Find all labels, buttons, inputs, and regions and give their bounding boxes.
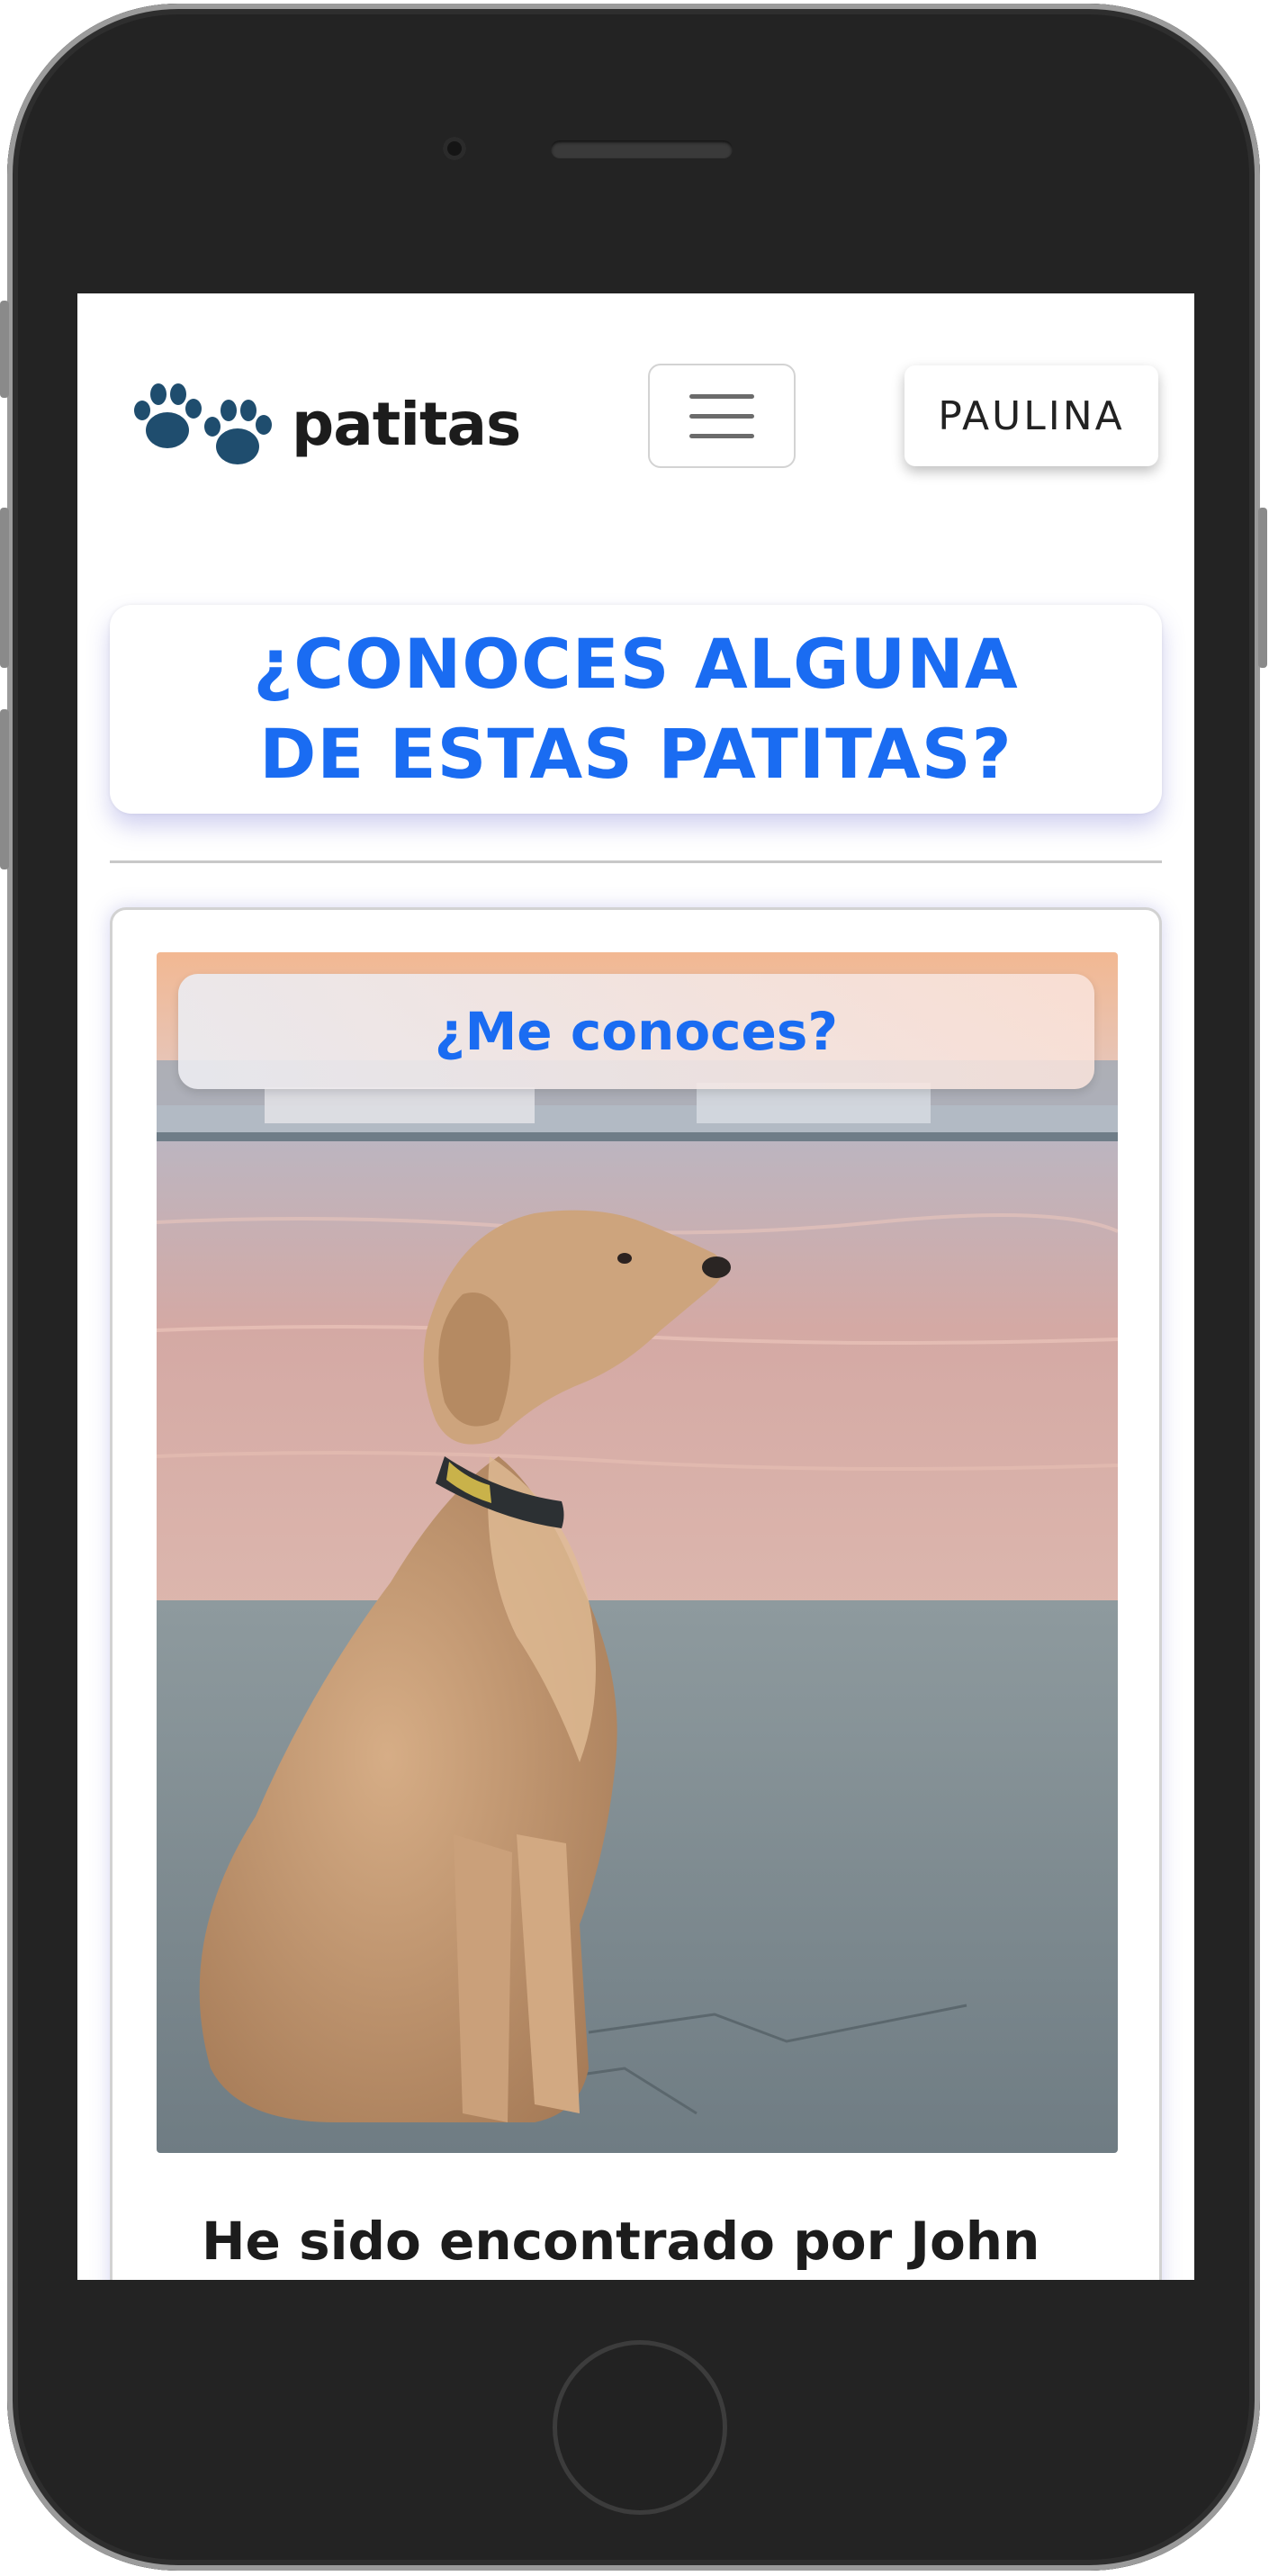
screen: patitas PAULINA ¿CONOCES ALGUNA DE ESTAS… [77,293,1194,2280]
earpiece-speaker [551,140,733,158]
volume-down-button [0,709,9,869]
pet-found-text: He sido encontrado por John [202,2211,1040,2272]
paw-prints-icon [134,383,272,464]
volume-up-button [0,508,9,668]
hamburger-menu-icon [689,433,754,438]
divider [110,860,1162,863]
power-button [1258,508,1267,668]
hamburger-menu-icon [689,393,754,399]
navbar-toggler-button[interactable] [648,364,796,468]
pet-card-badge: ¿Me conoces? [178,974,1094,1089]
side-button [0,301,9,398]
brand-name: patitas [292,389,521,459]
golden-retriever-photo: ¿Me conoces? [157,952,1118,2153]
page-title: ¿CONOCES ALGUNA DE ESTAS PATITAS? [253,624,1019,794]
home-button[interactable] [553,2340,727,2515]
hamburger-menu-icon [689,413,754,419]
user-profile-button[interactable]: PAULINA [904,365,1158,466]
page-title-card: ¿CONOCES ALGUNA DE ESTAS PATITAS? [110,605,1162,814]
brand-link[interactable]: patitas [128,374,521,473]
front-camera [443,137,466,160]
pet-card[interactable]: ¿Me conoces? He sido encontrado por John [110,907,1162,2280]
phone-frame: patitas PAULINA ¿CONOCES ALGUNA DE ESTAS… [0,4,1267,2571]
